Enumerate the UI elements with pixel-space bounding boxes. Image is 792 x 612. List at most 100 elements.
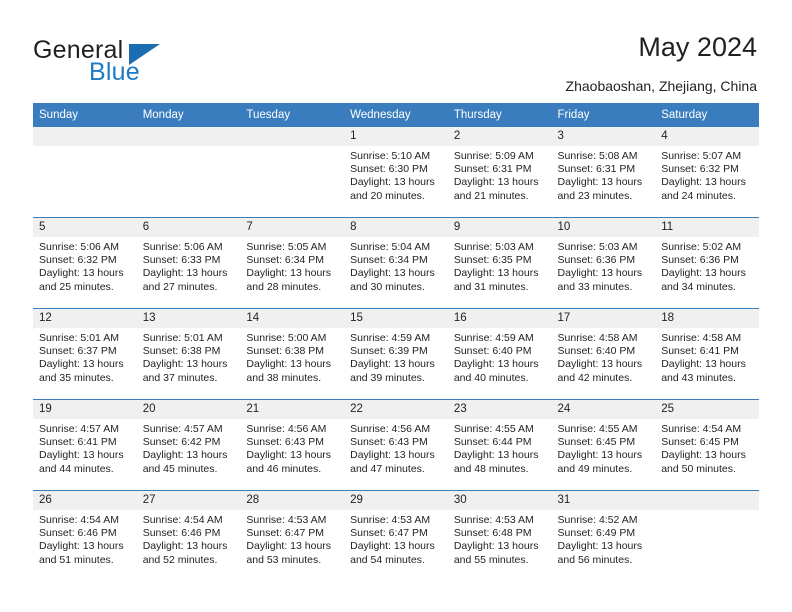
sunrise-text: Sunrise: 5:03 AM — [557, 241, 638, 253]
weekday-header-tuesday: Tuesday — [240, 103, 345, 127]
calendar-week-row: 5 Sunrise: 5:06 AM Sunset: 6:32 PM Daylight… — [33, 217, 759, 309]
calendar-day-cell[interactable]: 9 Sunrise: 5:03 AM Sunset: 6:35 PM Daylight… — [447, 217, 552, 309]
day-number: 12 — [33, 309, 137, 328]
daylight-text-line2: and 40 minutes. — [453, 371, 529, 384]
day-number: 3 — [551, 127, 656, 146]
sunset-text: Sunset: 6:38 PM — [142, 345, 221, 358]
day-sun-info: Sunrise: 4:57 AM Sunset: 6:42 PM Daylight:… — [137, 419, 241, 476]
day-sun-info: Sunrise: 5:04 AM Sunset: 6:34 PM Daylight:… — [344, 237, 448, 294]
sunrise-text: Sunrise: 4:52 AM — [557, 514, 638, 526]
calendar-day-cell[interactable]: 21 Sunrise: 4:56 AM Sunset: 6:43 PM Dayligh… — [240, 399, 345, 491]
day-number: 30 — [447, 491, 552, 510]
sunset-text: Sunset: 6:43 PM — [350, 436, 428, 449]
calendar-day-cell[interactable]: 11 Sunrise: 5:02 AM Sunset: 6:36 PM Dayligh… — [655, 217, 759, 309]
sunrise-text: Sunrise: 5:01 AM — [142, 332, 223, 344]
day-cell-inner — [655, 491, 759, 581]
day-cell-inner: 6 Sunrise: 5:06 AM Sunset: 6:33 PM Daylight… — [136, 218, 241, 308]
sunset-text: Sunset: 6:37 PM — [39, 345, 117, 358]
calendar-day-cell[interactable]: 17 Sunrise: 4:58 AM Sunset: 6:40 PM Dayligh… — [551, 308, 656, 400]
calendar-day-cell[interactable]: 6 Sunrise: 5:06 AM Sunset: 6:33 PM Daylight… — [136, 217, 241, 309]
generalblue-logo[interactable]: General Blue — [33, 36, 233, 92]
daylight-text-line2: and 20 minutes. — [350, 189, 425, 202]
calendar-day-cell[interactable]: 7 Sunrise: 5:05 AM Sunset: 6:34 PM Daylight… — [240, 217, 345, 309]
calendar-day-cell[interactable]: 22 Sunrise: 4:56 AM Sunset: 6:43 PM Dayligh… — [344, 399, 448, 491]
daylight-text-line2: and 34 minutes. — [661, 280, 736, 293]
daylight-text-line2: and 53 minutes. — [246, 553, 322, 566]
daylight-text-line1: Daylight: 13 hours — [246, 358, 332, 371]
day-cell-inner: 10 Sunrise: 5:03 AM Sunset: 6:36 PM Dayligh… — [551, 218, 656, 308]
daylight-text-line1: Daylight: 13 hours — [661, 358, 746, 371]
daylight-text-line1: Daylight: 13 hours — [661, 449, 746, 462]
calendar-day-cell[interactable]: 5 Sunrise: 5:06 AM Sunset: 6:32 PM Daylight… — [33, 217, 137, 309]
day-number: 26 — [33, 491, 137, 510]
sunset-text: Sunset: 6:30 PM — [350, 163, 428, 176]
calendar-week-row: 26 Sunrise: 4:54 AM Sunset: 6:46 PM Dayligh… — [33, 490, 759, 581]
calendar-day-cell[interactable]: 8 Sunrise: 5:04 AM Sunset: 6:34 PM Daylight… — [344, 217, 448, 309]
day-cell-inner: 5 Sunrise: 5:06 AM Sunset: 6:32 PM Daylight… — [33, 218, 137, 308]
day-cell-inner — [136, 127, 241, 217]
sunset-text: Sunset: 6:33 PM — [142, 254, 221, 267]
calendar-day-cell[interactable]: 26 Sunrise: 4:54 AM Sunset: 6:46 PM Dayligh… — [33, 490, 137, 581]
day-sun-info: Sunrise: 5:03 AM Sunset: 6:35 PM Daylight:… — [448, 237, 552, 294]
day-number: 5 — [33, 218, 137, 237]
calendar-day-cell[interactable]: 18 Sunrise: 4:58 AM Sunset: 6:41 PM Dayligh… — [655, 308, 759, 400]
sunrise-text: Sunrise: 4:57 AM — [39, 423, 119, 435]
day-cell-inner: 9 Sunrise: 5:03 AM Sunset: 6:35 PM Daylight… — [447, 218, 552, 308]
sunset-text: Sunset: 6:40 PM — [557, 345, 636, 358]
day-number: 18 — [655, 309, 759, 328]
day-sun-info: Sunrise: 5:09 AM Sunset: 6:31 PM Daylight:… — [448, 146, 552, 203]
sunset-text: Sunset: 6:35 PM — [453, 254, 532, 267]
calendar-day-cell[interactable]: 20 Sunrise: 4:57 AM Sunset: 6:42 PM Dayligh… — [136, 399, 241, 491]
sunset-text: Sunset: 6:34 PM — [350, 254, 428, 267]
day-cell-inner: 20 Sunrise: 4:57 AM Sunset: 6:42 PM Dayligh… — [136, 400, 241, 490]
calendar-day-cell[interactable]: 23 Sunrise: 4:55 AM Sunset: 6:44 PM Dayligh… — [447, 399, 552, 491]
calendar-day-cell[interactable]: 27 Sunrise: 4:54 AM Sunset: 6:46 PM Dayligh… — [136, 490, 241, 581]
calendar-day-cell-empty — [136, 127, 241, 218]
daylight-text-line1: Daylight: 13 hours — [661, 267, 746, 280]
daylight-text-line2: and 45 minutes. — [142, 462, 218, 475]
calendar-day-cell-empty — [655, 490, 759, 581]
day-sun-info: Sunrise: 4:56 AM Sunset: 6:43 PM Daylight:… — [240, 419, 344, 476]
daylight-text-line2: and 55 minutes. — [453, 553, 529, 566]
daylight-text-line1: Daylight: 13 hours — [453, 540, 539, 553]
calendar-page: General Blue May 2024 Zhaobaoshan, Zheji… — [0, 0, 792, 612]
calendar-day-cell[interactable]: 30 Sunrise: 4:53 AM Sunset: 6:48 PM Dayligh… — [447, 490, 552, 581]
sunset-text: Sunset: 6:36 PM — [661, 254, 739, 267]
calendar-day-cell[interactable]: 28 Sunrise: 4:53 AM Sunset: 6:47 PM Dayligh… — [240, 490, 345, 581]
calendar-day-cell[interactable]: 4 Sunrise: 5:07 AM Sunset: 6:32 PM Daylight… — [655, 127, 759, 218]
calendar-day-cell[interactable]: 13 Sunrise: 5:01 AM Sunset: 6:38 PM Dayligh… — [136, 308, 241, 400]
sunset-text: Sunset: 6:45 PM — [557, 436, 636, 449]
calendar-day-cell[interactable]: 14 Sunrise: 5:00 AM Sunset: 6:38 PM Dayligh… — [240, 308, 345, 400]
calendar-day-cell[interactable]: 19 Sunrise: 4:57 AM Sunset: 6:41 PM Dayligh… — [33, 399, 137, 491]
day-number: 4 — [655, 127, 759, 146]
sunrise-text: Sunrise: 5:02 AM — [661, 241, 742, 253]
daylight-text-line2: and 42 minutes. — [557, 371, 633, 384]
daylight-text-line2: and 50 minutes. — [661, 462, 736, 475]
day-cell-inner — [240, 127, 345, 217]
daylight-text-line1: Daylight: 13 hours — [39, 358, 124, 371]
sunrise-text: Sunrise: 4:59 AM — [453, 332, 534, 344]
calendar-day-cell[interactable]: 12 Sunrise: 5:01 AM Sunset: 6:37 PM Dayligh… — [33, 308, 137, 400]
calendar-day-cell[interactable]: 24 Sunrise: 4:55 AM Sunset: 6:45 PM Dayligh… — [551, 399, 656, 491]
day-cell-inner: 19 Sunrise: 4:57 AM Sunset: 6:41 PM Dayligh… — [33, 400, 137, 490]
day-cell-inner: 4 Sunrise: 5:07 AM Sunset: 6:32 PM Daylight… — [655, 127, 759, 217]
sunset-text: Sunset: 6:32 PM — [39, 254, 117, 267]
calendar-day-cell[interactable]: 29 Sunrise: 4:53 AM Sunset: 6:47 PM Dayligh… — [344, 490, 448, 581]
calendar-day-cell[interactable]: 10 Sunrise: 5:03 AM Sunset: 6:36 PM Dayligh… — [551, 217, 656, 309]
calendar-day-cell[interactable]: 25 Sunrise: 4:54 AM Sunset: 6:45 PM Dayligh… — [655, 399, 759, 491]
day-sun-info: Sunrise: 5:02 AM Sunset: 6:36 PM Daylight:… — [655, 237, 759, 294]
calendar-day-cell[interactable]: 1 Sunrise: 5:10 AM Sunset: 6:30 PM Daylight… — [344, 127, 448, 218]
day-number — [240, 127, 345, 146]
day-number: 27 — [136, 491, 241, 510]
calendar-day-cell[interactable]: 2 Sunrise: 5:09 AM Sunset: 6:31 PM Daylight… — [447, 127, 552, 218]
day-number: 23 — [447, 400, 552, 419]
calendar-day-cell[interactable]: 31 Sunrise: 4:52 AM Sunset: 6:49 PM Dayligh… — [551, 490, 656, 581]
calendar-day-cell[interactable]: 16 Sunrise: 4:59 AM Sunset: 6:40 PM Dayligh… — [447, 308, 552, 400]
day-cell-inner: 12 Sunrise: 5:01 AM Sunset: 6:37 PM Dayligh… — [33, 309, 137, 399]
daylight-text-line1: Daylight: 13 hours — [246, 267, 332, 280]
calendar-day-cell[interactable]: 3 Sunrise: 5:08 AM Sunset: 6:31 PM Daylight… — [551, 127, 656, 218]
day-number: 15 — [344, 309, 448, 328]
day-cell-inner: 1 Sunrise: 5:10 AM Sunset: 6:30 PM Daylight… — [344, 127, 448, 217]
calendar-day-cell[interactable]: 15 Sunrise: 4:59 AM Sunset: 6:39 PM Dayligh… — [344, 308, 448, 400]
day-cell-inner — [33, 127, 137, 217]
